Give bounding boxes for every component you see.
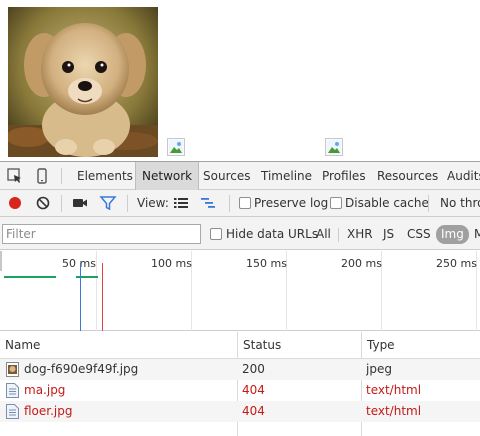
- filter-type-js[interactable]: JS: [379, 225, 398, 244]
- tab-profiles[interactable]: Profiles: [316, 162, 372, 190]
- timeline-tick-label: 200 ms: [341, 257, 382, 270]
- timeline-gridline: [96, 251, 97, 331]
- table-row[interactable]: floer.jpg 404 text/html: [0, 401, 480, 422]
- tab-network[interactable]: Network: [135, 162, 200, 190]
- request-status: 200: [242, 362, 265, 376]
- filter-icon[interactable]: [99, 194, 117, 212]
- image-file-icon: [6, 362, 19, 377]
- network-toolbar: View: Preserve log Disable cache No thro: [0, 190, 480, 217]
- devtools-panel: Elements Network Sources Timeline Profil…: [0, 161, 480, 436]
- filter-separator: [338, 228, 339, 242]
- throttling-select[interactable]: No thro: [440, 190, 480, 217]
- broken-image-icon: [167, 138, 185, 156]
- clear-icon[interactable]: [34, 194, 52, 212]
- inspected-page: [0, 0, 480, 161]
- overview-icon[interactable]: [199, 194, 217, 212]
- filter-type-media[interactable]: M: [470, 225, 480, 244]
- timeline-tick-label: 50 ms: [62, 257, 96, 270]
- request-status: 404: [242, 404, 265, 418]
- toolbar-separator: [229, 195, 230, 212]
- request-name: ma.jpg: [24, 383, 66, 397]
- column-header-type[interactable]: Type: [362, 332, 480, 358]
- devtools-tab-bar: Elements Network Sources Timeline Profil…: [0, 162, 480, 190]
- filter-bar: Hide data URLs All XHR JS CSS Img M: [0, 217, 480, 250]
- tab-elements[interactable]: Elements: [71, 162, 139, 190]
- filter-type-all[interactable]: All: [312, 225, 335, 244]
- hide-data-urls-label[interactable]: Hide data URLs: [226, 221, 318, 248]
- toolbar-separator: [61, 195, 62, 212]
- tab-audits[interactable]: Audits: [441, 162, 480, 190]
- broken-image-icon: [325, 138, 343, 156]
- preserve-log-checkbox[interactable]: [239, 197, 251, 209]
- timeline-tick-label: 150 ms: [246, 257, 287, 270]
- toolbar-separator: [428, 195, 429, 212]
- filter-input[interactable]: [2, 224, 201, 244]
- request-status: 404: [242, 383, 265, 397]
- disable-cache-checkbox[interactable]: [330, 197, 342, 209]
- tab-separator: [61, 168, 62, 184]
- inspect-element-icon[interactable]: [6, 167, 24, 185]
- request-name: floer.jpg: [24, 404, 73, 418]
- filter-type-xhr[interactable]: XHR: [343, 225, 377, 244]
- tab-timeline[interactable]: Timeline: [255, 162, 318, 190]
- filter-type-img[interactable]: Img: [436, 225, 469, 244]
- timeline-overview[interactable]: 50 ms 100 ms 150 ms 200 ms 250 ms: [0, 251, 480, 331]
- request-name: dog-f690e9f49f.jpg: [24, 362, 139, 376]
- column-header-name[interactable]: Name: [0, 332, 237, 358]
- request-type: jpeg: [366, 362, 392, 376]
- timeline-drag-handle[interactable]: [0, 251, 2, 271]
- disable-cache-label[interactable]: Disable cache: [345, 190, 429, 217]
- table-row[interactable]: ma.jpg 404 text/html: [0, 380, 480, 401]
- dog-photo: [8, 7, 158, 157]
- view-label: View:: [137, 196, 169, 210]
- preserve-log-label[interactable]: Preserve log: [254, 190, 328, 217]
- device-mode-icon[interactable]: [33, 167, 51, 185]
- toolbar-separator: [127, 195, 128, 212]
- domcontentloaded-marker: [80, 263, 81, 331]
- request-type: text/html: [366, 404, 422, 418]
- tab-resources[interactable]: Resources: [371, 162, 444, 190]
- document-file-icon: [6, 404, 19, 419]
- load-marker: [102, 263, 103, 331]
- tab-sources[interactable]: Sources: [197, 162, 256, 190]
- timeline-tick-label: 100 ms: [151, 257, 192, 270]
- timeline-tick-label: 250 ms: [436, 257, 477, 270]
- filter-type-css[interactable]: CSS: [403, 225, 435, 244]
- request-type: text/html: [366, 383, 422, 397]
- record-icon[interactable]: [6, 194, 24, 212]
- hide-data-urls-checkbox[interactable]: [210, 228, 222, 240]
- capture-screenshots-icon[interactable]: [71, 194, 89, 212]
- requests-table: Name Status Type dog-f690e9f49f.jpg 200 …: [0, 332, 480, 436]
- column-header-status[interactable]: Status: [238, 332, 361, 358]
- request-bar: [4, 276, 56, 278]
- table-row[interactable]: dog-f690e9f49f.jpg 200 jpeg: [0, 359, 480, 380]
- document-file-icon: [6, 383, 19, 398]
- large-rows-icon[interactable]: [172, 194, 190, 212]
